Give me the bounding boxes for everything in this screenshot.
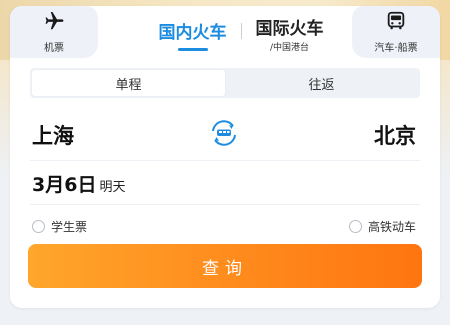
student-ticket-radio[interactable]: [32, 220, 45, 233]
tab-domestic-train[interactable]: 国内火车: [159, 18, 227, 51]
high-speed-option[interactable]: 高铁动车: [348, 218, 416, 235]
tab-bus-ship-label: 汽车·船票: [374, 43, 418, 54]
bus-icon: [385, 10, 407, 36]
swap-train-icon: [212, 120, 236, 146]
tab-bus-ship[interactable]: 汽车·船票: [352, 6, 440, 58]
tab-divider: [240, 23, 242, 39]
high-speed-label: 高铁动车: [367, 220, 416, 234]
airplane-icon: [43, 10, 65, 36]
divider: [30, 160, 420, 161]
tab-flight[interactable]: 机票: [10, 6, 98, 58]
arrival-station[interactable]: 北京: [374, 120, 416, 150]
active-tab-indicator: [177, 48, 208, 51]
tab-intl-train[interactable]: 国际火车 /中国港台: [256, 14, 324, 53]
train-tabs: 国内火车 国际火车 /中国港台: [98, 6, 352, 58]
transport-tabbar: 机票 国内火车 国际火车 /中国港台 汽车·船票: [10, 6, 440, 58]
tab-intl-train-label: 国际火车: [255, 19, 324, 39]
student-ticket-label: 学生票: [51, 220, 88, 234]
date-value: 3月6日: [32, 174, 97, 196]
tab-domestic-train-label: 国内火车: [158, 23, 227, 43]
departure-date[interactable]: 3月6日 明天: [32, 170, 125, 197]
trip-type-toggle: 单程 往返: [30, 68, 420, 98]
round-trip-option[interactable]: 往返: [225, 70, 418, 96]
one-way-option[interactable]: 单程: [32, 70, 225, 96]
train-search-card: 机票 国内火车 国际火车 /中国港台 汽车·船票 单程 往返 上海 北京 3月6…: [10, 6, 440, 308]
swap-stations-button[interactable]: [208, 117, 240, 149]
student-ticket-option[interactable]: 学生票: [32, 218, 87, 235]
divider: [30, 204, 420, 205]
departure-station[interactable]: 上海: [32, 120, 74, 150]
tab-intl-train-sublabel: /中国港台: [269, 43, 310, 53]
search-button[interactable]: 查询: [28, 244, 422, 288]
tab-flight-label: 机票: [44, 43, 64, 54]
date-weekday: 明天: [99, 180, 126, 195]
high-speed-radio[interactable]: [348, 220, 362, 233]
